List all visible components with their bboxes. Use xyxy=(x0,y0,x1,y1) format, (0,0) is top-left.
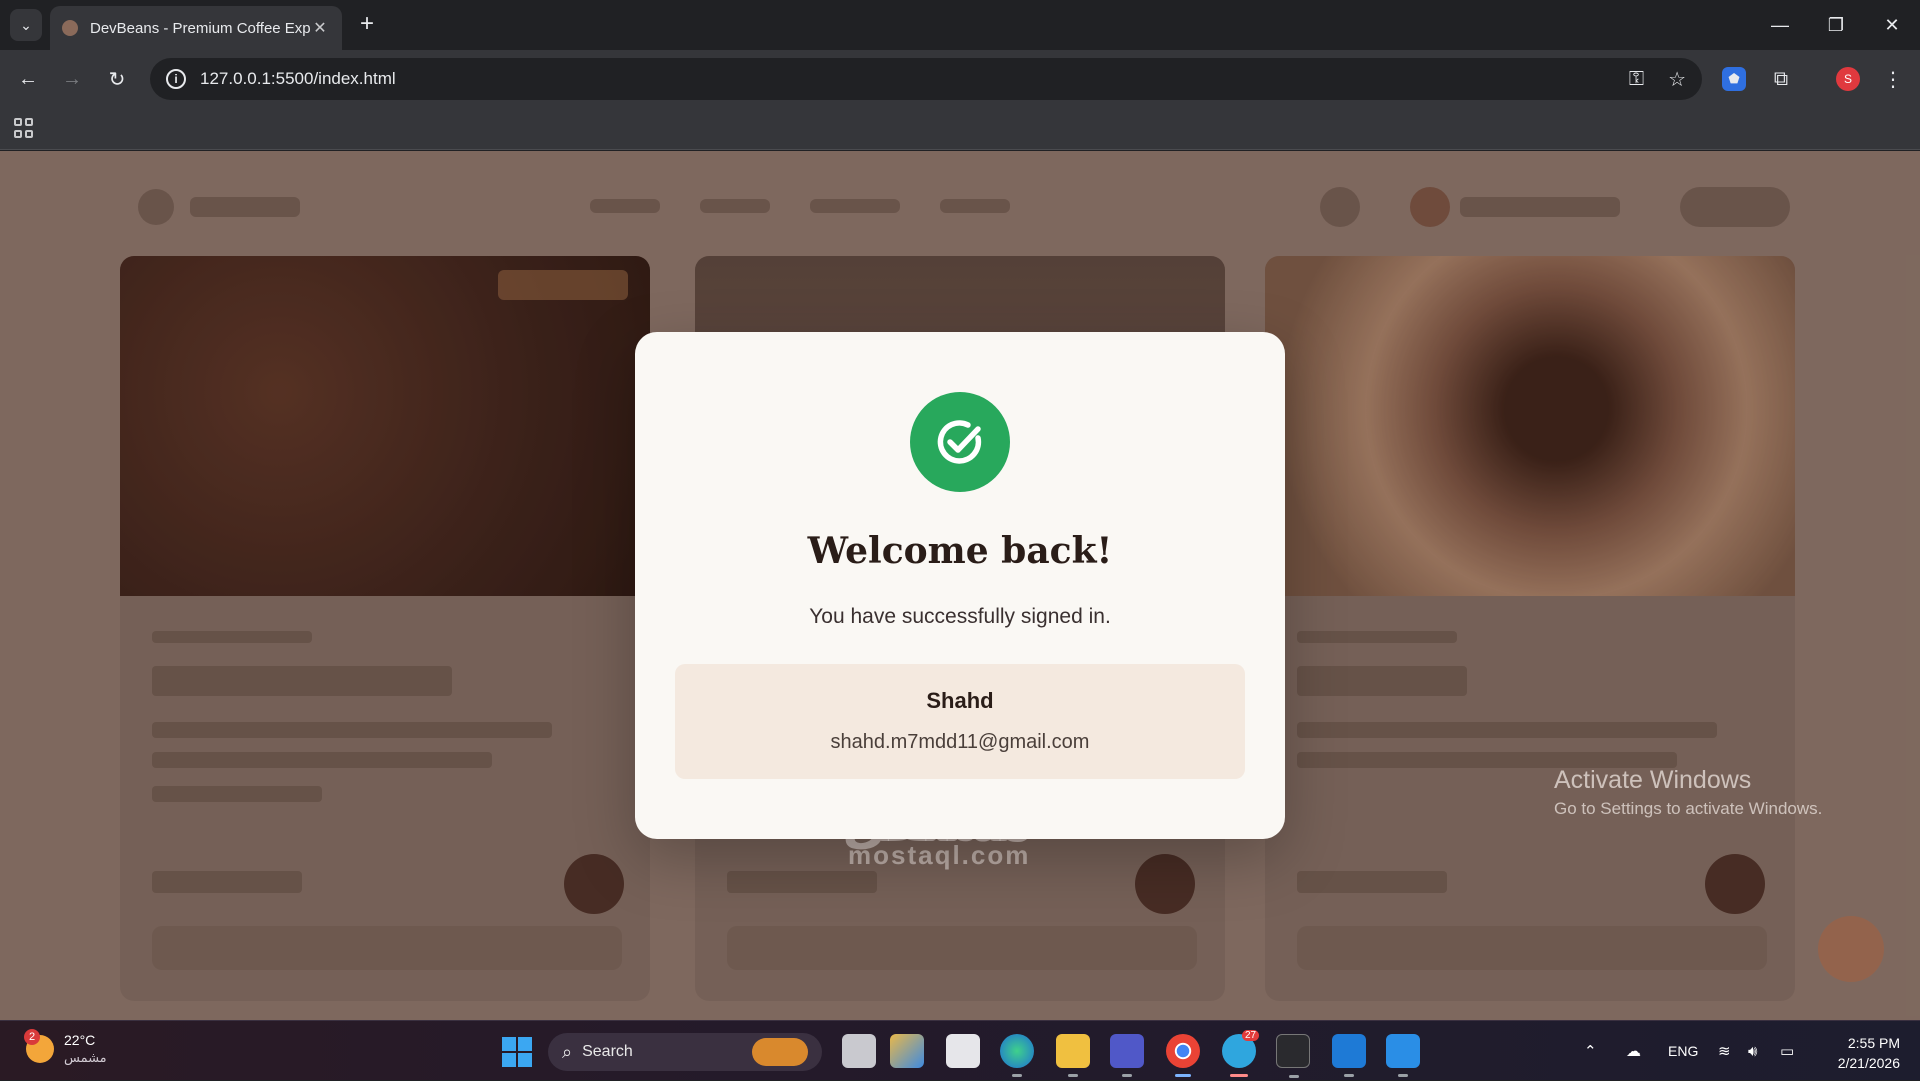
browser-toolbar: ← → ↻ i 127.0.0.1:5500/index.html ⚿ ☆ ⬟ … xyxy=(0,50,1920,108)
weather-widget[interactable]: 2 22°C مشمس xyxy=(24,1029,107,1067)
paint-app-icon[interactable] xyxy=(1386,1034,1420,1077)
site-watermark-latin: mostaql.com xyxy=(848,840,1031,870)
extensions-puzzle-icon[interactable]: ⧉ xyxy=(1766,64,1796,94)
store-app-icon[interactable] xyxy=(946,1034,980,1068)
user-email: shahd.m7mdd11@gmail.com xyxy=(830,731,1090,753)
edge-browser-icon[interactable] xyxy=(1000,1034,1034,1077)
clock-date: 2/21/2026 xyxy=(1837,1055,1900,1071)
apps-grid-icon[interactable] xyxy=(14,118,34,138)
check-circle-icon xyxy=(910,392,1010,492)
close-window-button[interactable]: ✕ xyxy=(1864,0,1920,50)
sign-in-success-modal: Welcome back! You have successfully sign… xyxy=(635,332,1285,839)
tab-search-button[interactable]: ⌄ xyxy=(10,9,42,41)
battery-icon[interactable]: ▭ xyxy=(1780,1021,1794,1081)
search-icon: ⌕ xyxy=(562,1041,573,1062)
modal-title: Welcome back! xyxy=(807,530,1113,572)
vscode-app-icon[interactable] xyxy=(1332,1034,1366,1077)
password-key-icon[interactable]: ⚿ xyxy=(1629,68,1644,91)
weather-desc: مشمس xyxy=(64,1050,107,1065)
minimize-button[interactable]: — xyxy=(1752,0,1808,50)
extension-icon[interactable]: ⬟ xyxy=(1722,67,1746,91)
favicon-icon xyxy=(62,20,78,36)
chevron-down-icon: ⌄ xyxy=(20,16,32,33)
clock-time: 2:55 PM xyxy=(1847,1035,1900,1051)
address-bar[interactable]: i 127.0.0.1:5500/index.html ⚿ ☆ xyxy=(150,58,1702,100)
widgets-app-icon[interactable] xyxy=(890,1034,924,1068)
windows-taskbar: 2 22°C مشمس ⌕ Search 27 ⌃ ☁ ENG ≋ 🔊︎ ▭ 2… xyxy=(0,1020,1920,1080)
search-highlight-icon xyxy=(752,1038,808,1066)
reload-button[interactable]: ↻ xyxy=(101,63,133,95)
telegram-badge: 27 xyxy=(1242,1030,1260,1041)
teams-app-icon[interactable] xyxy=(1110,1034,1144,1077)
taskbar-search[interactable]: ⌕ Search xyxy=(548,1033,822,1071)
taskbar-search-label: Search xyxy=(582,1043,633,1060)
weather-temp: 22°C xyxy=(64,1032,96,1048)
telegram-app-icon[interactable]: 27 xyxy=(1222,1030,1260,1077)
terminal-app-icon[interactable] xyxy=(1276,1034,1310,1078)
new-tab-button[interactable]: + xyxy=(352,10,382,40)
file-explorer-icon[interactable] xyxy=(1056,1034,1090,1077)
back-button[interactable]: ← xyxy=(12,63,44,95)
menu-kebab-icon[interactable]: ⋮ xyxy=(1878,64,1908,94)
chrome-browser-icon[interactable] xyxy=(1166,1034,1200,1077)
forward-button[interactable]: → xyxy=(56,63,88,95)
activate-subtitle: Go to Settings to activate Windows. xyxy=(1554,799,1823,818)
site-info-icon[interactable]: i xyxy=(166,69,186,89)
tray-overflow-icon[interactable]: ⌃ xyxy=(1584,1021,1597,1081)
modal-subtitle: You have successfully signed in. xyxy=(809,605,1111,628)
bookmark-star-icon[interactable]: ☆ xyxy=(1668,67,1686,92)
sun-icon: 2 xyxy=(24,1029,54,1063)
wifi-icon[interactable]: ≋ xyxy=(1718,1021,1731,1081)
task-view-icon[interactable] xyxy=(842,1034,876,1068)
language-indicator[interactable]: ENG xyxy=(1668,1021,1698,1081)
onedrive-cloud-icon[interactable]: ☁ xyxy=(1626,1021,1641,1081)
tab-close-icon[interactable]: ✕ xyxy=(310,18,330,38)
active-tab[interactable]: DevBeans - Premium Coffee Experience ✕ xyxy=(50,6,342,50)
user-name: Shahd xyxy=(926,688,994,713)
tab-title: DevBeans - Premium Coffee Experience xyxy=(90,19,310,37)
tab-bar: ⌄ DevBeans - Premium Coffee Experience ✕… xyxy=(0,0,1920,50)
bookmarks-bar xyxy=(0,108,1920,150)
activate-windows-watermark: Activate Windows Go to Settings to activ… xyxy=(1554,766,1822,819)
user-info-box: Shahd shahd.m7mdd11@gmail.com xyxy=(675,664,1245,779)
profile-avatar[interactable]: S xyxy=(1836,67,1860,91)
volume-icon[interactable]: 🔊︎ xyxy=(1748,1021,1757,1081)
restore-button[interactable]: ❐ xyxy=(1808,0,1864,50)
start-windows-icon[interactable] xyxy=(502,1037,532,1067)
weather-badge: 2 xyxy=(24,1029,40,1045)
activate-title: Activate Windows xyxy=(1554,766,1752,794)
url-text: 127.0.0.1:5500/index.html xyxy=(200,69,396,88)
system-clock[interactable]: 2:55 PM 2/21/2026 xyxy=(1822,1033,1900,1073)
